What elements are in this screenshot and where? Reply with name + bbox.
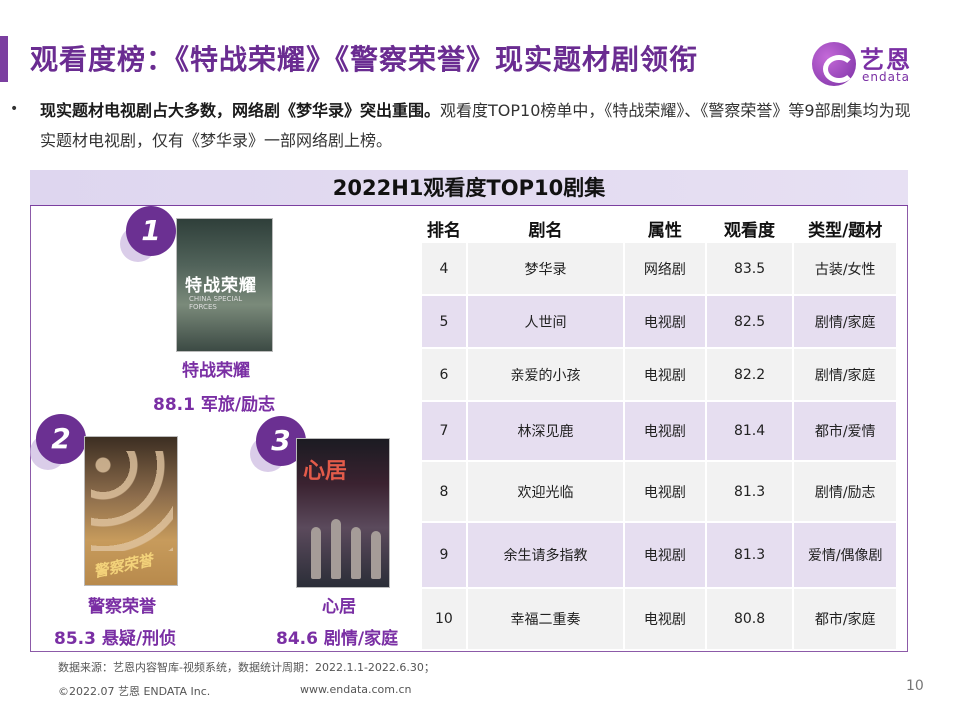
cell-rank: 4 [420, 241, 468, 296]
rank-badge-1: 1 [120, 206, 176, 262]
cell-score: 81.3 [704, 521, 795, 589]
cell-genre: 都市/家庭 [792, 587, 898, 651]
cell-title: 余生请多指教 [465, 521, 626, 589]
table-row: 9 余生请多指教 电视剧 81.3 爱情/偶像剧 [420, 521, 898, 589]
col-header-rank: 排名 [426, 221, 461, 241]
cell-type: 电视剧 [623, 294, 707, 349]
table-row: 4 梦华录 网络剧 83.5 古装/女性 [420, 241, 898, 296]
cell-title: 亲爱的小孩 [465, 347, 626, 402]
top3-score: 84.6 剧情/家庭 [276, 629, 399, 649]
cell-title: 梦华录 [465, 241, 626, 296]
poster-title: 警察荣誉 [91, 550, 155, 582]
summary-paragraph: 现实题材电视剧占大多数，网络剧《梦华录》突出重围。观看度TOP10榜单中，《特战… [40, 96, 920, 156]
table-header-row: 排名 剧名 属性 观看度 类型/题材 [421, 216, 897, 242]
ranking-table: 排名 剧名 属性 观看度 类型/题材 4 梦华录 网络剧 83.5 古装/女性 … [420, 216, 898, 651]
cell-genre: 剧情/家庭 [792, 347, 898, 402]
cell-type: 电视剧 [623, 460, 707, 523]
cell-type: 电视剧 [623, 347, 707, 402]
table-row: 8 欢迎光临 电视剧 81.3 剧情/励志 [420, 460, 898, 523]
poster-te-zhan-rong-yao: 特战荣耀 CHINA SPECIAL FORCES [176, 218, 273, 352]
col-header-title: 剧名 [528, 221, 563, 241]
table-row: 5 人世间 电视剧 82.5 剧情/家庭 [420, 294, 898, 349]
copyright-text: ©2022.07 艺恩 ENDATA Inc. [58, 685, 211, 698]
page-title: 观看度榜：《特战荣耀》《警察荣誉》现实题材剧领衔 [30, 43, 699, 76]
cell-type: 网络剧 [623, 241, 707, 296]
col-header-genre: 类型/题材 [808, 221, 883, 241]
cell-title: 欢迎光临 [465, 460, 626, 523]
logo-mark-icon [812, 42, 856, 86]
cell-score: 81.4 [704, 400, 795, 462]
cell-score: 81.3 [704, 460, 795, 523]
poster-title: 特战荣耀 [185, 276, 257, 296]
summary-bold: 现实题材电视剧占大多数，网络剧《梦华录》突出重围。 [40, 101, 441, 120]
cell-rank: 7 [420, 400, 468, 462]
cell-genre: 剧情/励志 [792, 460, 898, 523]
cell-score: 82.5 [704, 294, 795, 349]
cell-genre: 剧情/家庭 [792, 294, 898, 349]
cell-genre: 都市/爱情 [792, 400, 898, 462]
top1-name: 特战荣耀 [182, 361, 250, 381]
poster-jing-cha-rong-yu: 警察荣誉 [84, 436, 178, 586]
cell-title: 幸福二重奏 [465, 587, 626, 651]
website-link[interactable]: www.endata.com.cn [300, 683, 412, 696]
poster-title: 心居 [303, 459, 348, 484]
table-row: 7 林深见鹿 电视剧 81.4 都市/爱情 [420, 400, 898, 462]
table-row: 6 亲爱的小孩 电视剧 82.2 剧情/家庭 [420, 347, 898, 402]
cell-type: 电视剧 [623, 521, 707, 589]
cell-rank: 8 [420, 460, 468, 523]
rank-number: 2 [36, 414, 86, 464]
logo-en-text: endata [862, 70, 911, 84]
data-source-note: 数据来源：艺恩内容智库-视频系统，数据统计周期：2022.1.1-2022.6.… [58, 661, 435, 674]
col-header-score: 观看度 [724, 221, 776, 241]
rank-number: 1 [126, 206, 176, 256]
top2-name: 警察荣誉 [88, 597, 156, 617]
table-row: 10 幸福二重奏 电视剧 80.8 都市/家庭 [420, 587, 898, 651]
top1-score: 88.1 军旅/励志 [153, 395, 276, 415]
cell-rank: 5 [420, 294, 468, 349]
poster-xin-ju: 心居 [296, 438, 390, 588]
bullet-icon: • [10, 101, 19, 117]
cell-score: 80.8 [704, 587, 795, 651]
cell-genre: 爱情/偶像剧 [792, 521, 898, 589]
cell-type: 电视剧 [623, 587, 707, 651]
cell-score: 83.5 [704, 241, 795, 296]
title-accent-bar [0, 36, 8, 82]
page-number: 10 [906, 678, 924, 694]
poster-subtitle: CHINA SPECIAL FORCES [189, 295, 243, 311]
cell-score: 82.2 [704, 347, 795, 402]
section-title: 2022H1观看度TOP10剧集 [30, 170, 908, 206]
top3-name: 心居 [322, 597, 356, 617]
cell-rank: 6 [420, 347, 468, 402]
cell-rank: 10 [420, 587, 468, 651]
cell-title: 人世间 [465, 294, 626, 349]
top2-score: 85.3 悬疑/刑侦 [54, 629, 177, 649]
cell-type: 电视剧 [623, 400, 707, 462]
endata-logo: 艺恩 endata [812, 40, 932, 90]
cell-title: 林深见鹿 [465, 400, 626, 462]
cell-genre: 古装/女性 [792, 241, 898, 296]
cell-rank: 9 [420, 521, 468, 589]
rank-badge-2: 2 [30, 414, 86, 470]
col-header-type: 属性 [647, 221, 682, 241]
